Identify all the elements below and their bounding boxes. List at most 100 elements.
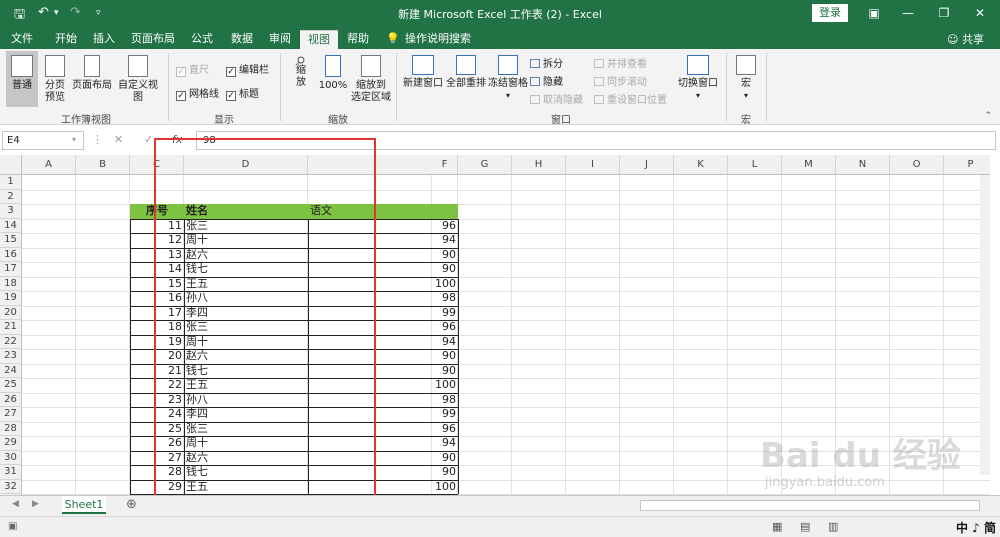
table-cell[interactable]: 100: [308, 378, 458, 392]
page-layout-view-button[interactable]: 页面布局: [72, 51, 112, 107]
table-cell[interactable]: 96: [308, 219, 458, 233]
column-header[interactable]: L: [728, 155, 782, 175]
tab-review[interactable]: 审阅: [262, 30, 298, 49]
table-cell[interactable]: 90: [308, 262, 458, 276]
row-header[interactable]: 19: [0, 291, 22, 306]
unhide-button[interactable]: 取消隐藏: [530, 91, 583, 106]
login-button[interactable]: 登录: [812, 4, 848, 22]
macro-record-icon[interactable]: ▣: [8, 521, 17, 532]
table-cell[interactable]: 17: [130, 306, 184, 320]
table-cell[interactable]: 90: [308, 451, 458, 465]
table-cell[interactable]: 18: [130, 320, 184, 334]
column-header[interactable]: [308, 155, 432, 175]
tab-insert[interactable]: 插入: [86, 30, 122, 49]
table-cell[interactable]: 钱七: [184, 364, 308, 378]
table-cell[interactable]: 94: [308, 335, 458, 349]
column-header[interactable]: B: [76, 155, 130, 175]
row-header[interactable]: 20: [0, 305, 22, 320]
sheet-tab[interactable]: Sheet1: [62, 496, 106, 514]
table-cell[interactable]: 孙八: [184, 393, 308, 407]
row-header[interactable]: 27: [0, 407, 22, 422]
row-header[interactable]: 16: [0, 247, 22, 262]
ribbon-display-icon[interactable]: ▣: [864, 4, 884, 22]
column-header[interactable]: N: [836, 155, 890, 175]
switch-windows-button[interactable]: 切换窗口 ▾: [676, 51, 720, 107]
sync-scroll-button[interactable]: 同步滚动: [594, 73, 647, 88]
vertical-scrollbar[interactable]: [980, 175, 990, 475]
table-cell[interactable]: 王五: [184, 378, 308, 392]
table-cell[interactable]: 26: [130, 436, 184, 450]
formula-input[interactable]: 98: [196, 131, 996, 150]
table-cell[interactable]: 23: [130, 393, 184, 407]
gridlines-checkbox[interactable]: ✓ 网格线: [176, 85, 219, 101]
table-cell[interactable]: 90: [308, 349, 458, 363]
table-cell[interactable]: 90: [308, 248, 458, 262]
split-button[interactable]: 拆分: [530, 55, 563, 70]
normal-view-status-icon[interactable]: ▦: [772, 520, 782, 533]
table-cell[interactable]: 13: [130, 248, 184, 262]
column-header[interactable]: M: [782, 155, 836, 175]
table-cell[interactable]: 90: [308, 364, 458, 378]
view-side-by-side-button[interactable]: 并排查看: [594, 55, 647, 70]
freeze-panes-button[interactable]: 冻结窗格 ▾: [488, 51, 528, 107]
table-header-cell[interactable]: 语文: [308, 204, 458, 218]
column-header[interactable]: D: [184, 155, 308, 175]
table-cell[interactable]: 96: [308, 320, 458, 334]
table-cell[interactable]: 孙八: [184, 291, 308, 305]
table-cell[interactable]: 王五: [184, 480, 308, 494]
collapse-ribbon-icon[interactable]: ⌃: [984, 111, 992, 121]
tab-page-layout[interactable]: 页面布局: [128, 30, 178, 49]
table-cell[interactable]: 19: [130, 335, 184, 349]
table-cell[interactable]: 29: [130, 480, 184, 494]
column-header[interactable]: I: [566, 155, 620, 175]
table-header-cell[interactable]: 姓名: [184, 204, 308, 218]
tell-me-search[interactable]: 操作说明搜索: [404, 30, 472, 49]
tab-data[interactable]: 数据: [224, 30, 260, 49]
close-icon[interactable]: ✕: [970, 4, 990, 22]
column-header[interactable]: K: [674, 155, 728, 175]
row-header[interactable]: 29: [0, 436, 22, 451]
table-cell[interactable]: 25: [130, 422, 184, 436]
chevron-down-icon[interactable]: ▾: [72, 135, 76, 144]
table-cell[interactable]: 28: [130, 465, 184, 479]
row-header[interactable]: 14: [0, 218, 22, 233]
table-cell[interactable]: 24: [130, 407, 184, 421]
minimize-icon[interactable]: —: [898, 4, 918, 22]
table-cell[interactable]: 100: [308, 277, 458, 291]
horizontal-scrollbar[interactable]: [640, 500, 980, 511]
table-cell[interactable]: 98: [308, 291, 458, 305]
table-cell[interactable]: 14: [130, 262, 184, 276]
table-cell[interactable]: 99: [308, 306, 458, 320]
row-header[interactable]: 22: [0, 334, 22, 349]
table-cell[interactable]: 周十: [184, 233, 308, 247]
row-header[interactable]: 30: [0, 450, 22, 465]
select-all-corner[interactable]: [0, 155, 22, 175]
table-cell[interactable]: 20: [130, 349, 184, 363]
insert-function-icon[interactable]: fx: [172, 133, 182, 146]
column-header[interactable]: C: [130, 155, 184, 175]
tab-file[interactable]: 文件: [4, 30, 40, 49]
row-header[interactable]: 3: [0, 204, 22, 219]
table-cell[interactable]: 12: [130, 233, 184, 247]
arrange-all-button[interactable]: 全部重排: [446, 51, 486, 107]
row-header[interactable]: 23: [0, 349, 22, 364]
restore-icon[interactable]: ❐: [934, 4, 954, 22]
row-header[interactable]: 25: [0, 378, 22, 393]
row-header[interactable]: 18: [0, 276, 22, 291]
column-header[interactable]: A: [22, 155, 76, 175]
headings-checkbox[interactable]: ✓ 标题: [226, 85, 259, 101]
column-header[interactable]: P: [944, 155, 990, 175]
new-window-button[interactable]: 新建窗口: [402, 51, 444, 107]
hide-button[interactable]: 隐藏: [530, 73, 563, 88]
table-cell[interactable]: 27: [130, 451, 184, 465]
page-break-status-icon[interactable]: ▥: [828, 520, 838, 533]
table-cell[interactable]: 96: [308, 422, 458, 436]
row-header[interactable]: 32: [0, 479, 22, 494]
normal-view-button[interactable]: 普通: [6, 51, 38, 107]
enter-icon[interactable]: ✓: [144, 133, 153, 146]
tab-home[interactable]: 开始: [48, 30, 84, 49]
column-header[interactable]: F: [432, 155, 458, 175]
table-cell[interactable]: 赵六: [184, 349, 308, 363]
table-header-cell[interactable]: 序号: [130, 204, 184, 218]
table-cell[interactable]: 21: [130, 364, 184, 378]
